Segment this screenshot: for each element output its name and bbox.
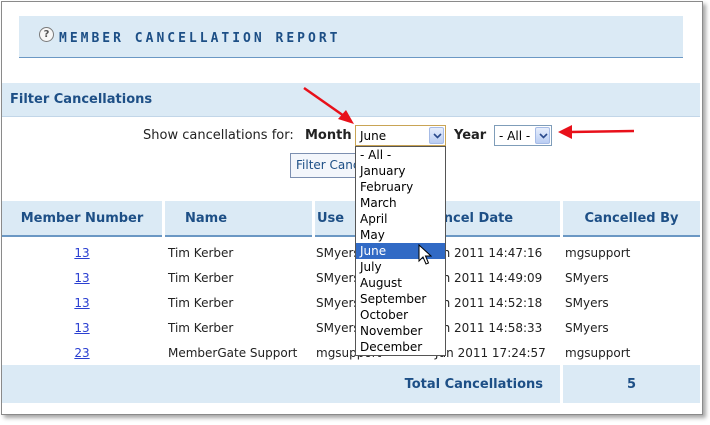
page-title: MEMBER CANCELLATION REPORT: [59, 31, 341, 46]
month-option[interactable]: August: [356, 275, 445, 291]
member-name: MemberGate Support: [168, 346, 298, 360]
table-header: Member Number Name Use ancel Date Cancell…: [2, 201, 700, 237]
cancel-date: Jun 2011 17:24:57: [435, 346, 546, 360]
year-select[interactable]: - All -: [494, 125, 552, 146]
year-label: Year: [454, 128, 487, 143]
filter-section-title: Filter Cancellations: [10, 92, 153, 107]
member-name: Tim Kerber: [168, 321, 234, 335]
cancel-date: un 2011 14:52:18: [435, 296, 543, 310]
month-option[interactable]: - All -: [356, 147, 445, 163]
month-option[interactable]: March: [356, 195, 445, 211]
table-row: 13 Tim Kerber SMyers un 2011 14:47:16 mg…: [2, 244, 700, 269]
month-dropdown-list: - All - January February March April May June J…: [355, 146, 446, 356]
member-number-link[interactable]: 13: [2, 246, 162, 260]
column-header-member-number: Member Number: [2, 201, 162, 237]
totals-row: Total Cancellations 5: [2, 365, 700, 403]
cancellation-table-body: 13 Tim Kerber SMyers un 2011 14:47:16 mg…: [2, 244, 700, 369]
month-option[interactable]: January: [356, 163, 445, 179]
cancel-date: un 2011 14:58:33: [435, 321, 543, 335]
cancel-date: un 2011 14:49:09: [435, 271, 543, 285]
totals-label-cell: Total Cancellations: [2, 365, 560, 403]
member-number-link[interactable]: 13: [2, 321, 162, 335]
mouse-cursor-icon: [418, 244, 432, 265]
member-name: Tim Kerber: [168, 296, 234, 310]
month-option[interactable]: May: [356, 227, 445, 243]
user: SMyers: [316, 271, 360, 285]
member-number-link[interactable]: 13: [2, 271, 162, 285]
cancelled-by: mgsupport: [565, 346, 631, 360]
table-row: 13 Tim Kerber SMyers un 2011 14:58:33 SM…: [2, 319, 700, 344]
member-number-link[interactable]: 23: [2, 346, 162, 360]
column-header-cancelled-by: Cancelled By: [563, 201, 700, 237]
cancelled-by: SMyers: [565, 296, 609, 310]
cancelled-by: mgsupport: [565, 246, 631, 260]
table-row: 13 Tim Kerber SMyers un 2011 14:52:18 SM…: [2, 294, 700, 319]
year-select-value: - All -: [499, 129, 531, 143]
totals-value-cell: 5: [563, 365, 700, 403]
month-option[interactable]: December: [356, 339, 445, 355]
help-icon[interactable]: ?: [39, 27, 54, 42]
cancelled-by: SMyers: [565, 271, 609, 285]
month-option[interactable]: February: [356, 179, 445, 195]
month-label: Month: [305, 128, 352, 143]
member-name: Tim Kerber: [168, 271, 234, 285]
cancel-date: un 2011 14:47:16: [435, 246, 543, 260]
total-cancellations-label: Total Cancellations: [404, 377, 543, 392]
user: SMyers: [316, 296, 360, 310]
total-cancellations-value: 5: [626, 377, 637, 392]
annotation-arrow-year: [558, 125, 635, 139]
month-option[interactable]: September: [356, 291, 445, 307]
member-name: Tim Kerber: [168, 246, 234, 260]
chevron-down-icon[interactable]: [429, 127, 444, 144]
table-row: 13 Tim Kerber SMyers un 2011 14:49:09 SM…: [2, 269, 700, 294]
filter-cancellations-button[interactable]: Filter Canc: [290, 153, 360, 178]
month-select[interactable]: June: [355, 125, 446, 146]
chevron-down-icon[interactable]: [535, 127, 550, 144]
month-option[interactable]: November: [356, 323, 445, 339]
user: SMyers: [316, 321, 360, 335]
column-header-name: Name: [165, 201, 312, 237]
user: SMyers: [316, 246, 360, 260]
annotation-arrow-month: [303, 86, 354, 124]
month-select-value: June: [360, 129, 387, 143]
column-header-user: Use: [317, 211, 345, 226]
report-header: ? MEMBER CANCELLATION REPORT: [19, 16, 683, 58]
show-cancellations-label: Show cancellations for:: [143, 128, 294, 143]
member-number-link[interactable]: 13: [2, 296, 162, 310]
month-option[interactable]: October: [356, 307, 445, 323]
month-option[interactable]: April: [356, 211, 445, 227]
cancelled-by: SMyers: [565, 321, 609, 335]
column-header-cancel-date: ancel Date: [435, 211, 514, 226]
